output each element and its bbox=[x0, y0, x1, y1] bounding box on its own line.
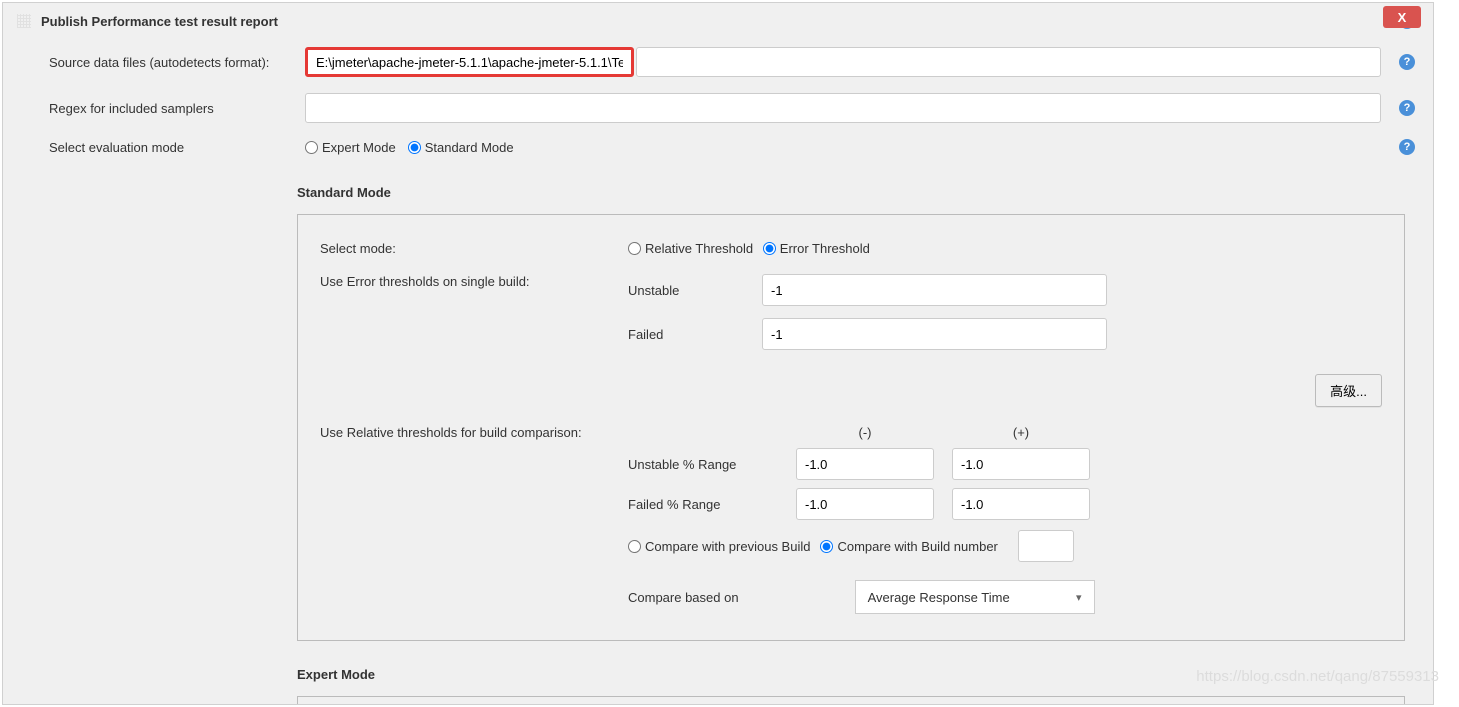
unstable-input[interactable] bbox=[762, 274, 1107, 306]
compare-buildnum-radio-input[interactable] bbox=[820, 540, 833, 553]
compare-previous-radio[interactable]: Compare with previous Build bbox=[628, 539, 810, 554]
relative-thresholds-label: Use Relative thresholds for build compar… bbox=[320, 425, 610, 440]
advanced-button-row: 高级... bbox=[320, 370, 1382, 417]
help-icon[interactable]: ? bbox=[1399, 100, 1415, 116]
error-thresholds-row: Use Error thresholds on single build: Un… bbox=[320, 266, 1382, 370]
regex-label: Regex for included samplers bbox=[49, 101, 293, 116]
source-data-input[interactable] bbox=[305, 47, 634, 77]
source-data-row: Source data files (autodetects format): … bbox=[3, 39, 1433, 85]
unstable-range-label: Unstable % Range bbox=[628, 457, 778, 472]
standard-mode-title: Standard Mode bbox=[3, 163, 1433, 210]
section-header: Publish Performance test result report ? bbox=[3, 3, 1433, 39]
failed-range-label: Failed % Range bbox=[628, 497, 778, 512]
regex-row: Regex for included samplers ? bbox=[3, 85, 1433, 131]
evaluation-mode-row: Select evaluation mode Expert Mode Stand… bbox=[3, 131, 1433, 163]
failed-label: Failed bbox=[628, 327, 746, 342]
close-icon: X bbox=[1398, 10, 1407, 25]
compare-buildnum-label: Compare with Build number bbox=[837, 539, 997, 554]
drag-handle-icon[interactable] bbox=[17, 14, 31, 28]
regex-input[interactable] bbox=[305, 93, 1381, 123]
compare-target-row: Compare with previous Build Compare with… bbox=[628, 530, 1382, 562]
standard-mode-radio-input[interactable] bbox=[408, 141, 421, 154]
compare-based-row: Compare based on Average Response Time ▾ bbox=[628, 580, 1382, 614]
expert-mode-box bbox=[297, 696, 1405, 704]
section-title: Publish Performance test result report bbox=[41, 14, 278, 29]
error-threshold-radio-input[interactable] bbox=[763, 242, 776, 255]
unstable-neg-input[interactable] bbox=[796, 448, 934, 480]
minus-header: (-) bbox=[796, 425, 934, 440]
standard-mode-radio-label: Standard Mode bbox=[425, 140, 514, 155]
relative-thresholds-row: Use Relative thresholds for build compar… bbox=[320, 417, 1382, 622]
select-mode-label: Select mode: bbox=[320, 241, 610, 256]
failed-input[interactable] bbox=[762, 318, 1107, 350]
help-icon[interactable]: ? bbox=[1399, 139, 1415, 155]
standard-mode-radio[interactable]: Standard Mode bbox=[408, 140, 514, 155]
expert-mode-title: Expert Mode bbox=[3, 645, 1433, 692]
source-data-label: Source data files (autodetects format): bbox=[49, 55, 293, 70]
compare-previous-label: Compare with previous Build bbox=[645, 539, 810, 554]
standard-mode-box: Select mode: Relative Threshold Error Th… bbox=[297, 214, 1405, 641]
evaluation-mode-label: Select evaluation mode bbox=[49, 140, 293, 155]
relative-threshold-radio-input[interactable] bbox=[628, 242, 641, 255]
error-threshold-label: Error Threshold bbox=[780, 241, 870, 256]
unstable-label: Unstable bbox=[628, 283, 746, 298]
failed-pos-input[interactable] bbox=[952, 488, 1090, 520]
close-button[interactable]: X bbox=[1383, 6, 1421, 28]
source-data-input-continuation[interactable] bbox=[636, 47, 1381, 77]
advanced-button[interactable]: 高级... bbox=[1315, 374, 1382, 407]
compare-buildnum-radio[interactable]: Compare with Build number bbox=[820, 539, 997, 554]
compare-basis-select[interactable]: Average Response Time ▾ bbox=[855, 580, 1095, 614]
error-thresholds-label: Use Error thresholds on single build: bbox=[320, 274, 610, 289]
compare-basis-value: Average Response Time bbox=[868, 590, 1010, 605]
error-threshold-radio[interactable]: Error Threshold bbox=[763, 241, 870, 256]
compare-previous-radio-input[interactable] bbox=[628, 540, 641, 553]
build-number-input[interactable] bbox=[1018, 530, 1074, 562]
publish-performance-panel: X Publish Performance test result report… bbox=[2, 2, 1434, 705]
unstable-pos-input[interactable] bbox=[952, 448, 1090, 480]
relative-threshold-label: Relative Threshold bbox=[645, 241, 753, 256]
help-icon[interactable]: ? bbox=[1399, 54, 1415, 70]
chevron-down-icon: ▾ bbox=[1076, 591, 1082, 604]
expert-mode-radio[interactable]: Expert Mode bbox=[305, 140, 396, 155]
relative-threshold-radio[interactable]: Relative Threshold bbox=[628, 241, 753, 256]
failed-neg-input[interactable] bbox=[796, 488, 934, 520]
expert-mode-radio-label: Expert Mode bbox=[322, 140, 396, 155]
expert-mode-radio-input[interactable] bbox=[305, 141, 318, 154]
plus-header: (+) bbox=[952, 425, 1090, 440]
select-mode-row: Select mode: Relative Threshold Error Th… bbox=[320, 233, 1382, 266]
compare-based-label: Compare based on bbox=[628, 590, 739, 605]
